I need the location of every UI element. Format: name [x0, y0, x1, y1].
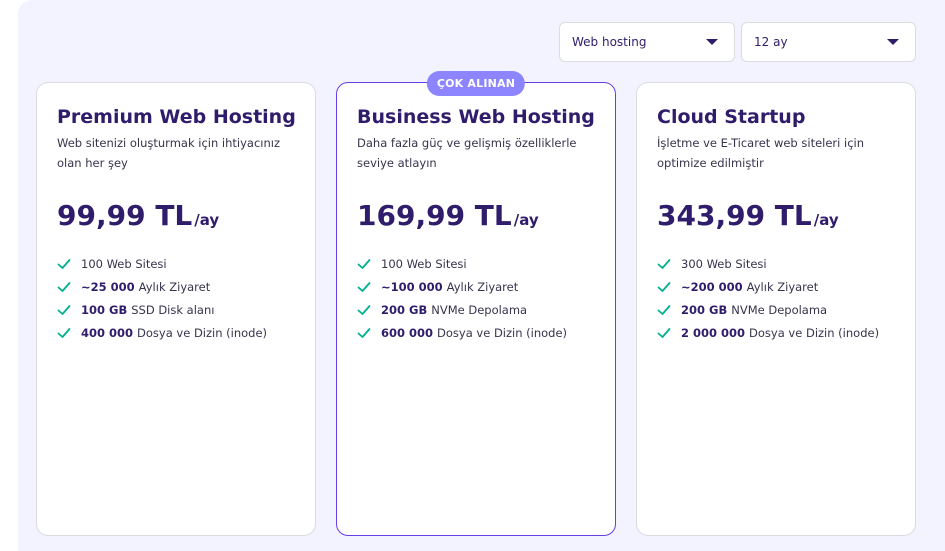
feature-list: 300 Web Sitesi ~200 000 Aylık Ziyaret 20…	[657, 252, 895, 344]
feature-bold: 200 GB	[681, 302, 728, 317]
check-icon	[57, 304, 71, 315]
feature-item: 100 Web Sitesi	[57, 252, 295, 275]
plan-price: 99,99 TL /ay	[57, 199, 295, 232]
check-icon	[57, 281, 71, 292]
plan-price: 169,99 TL /ay	[357, 199, 595, 232]
price-unit: /ay	[813, 211, 839, 229]
feature-item: 100 GB SSD Disk alanı	[57, 298, 295, 321]
check-icon	[357, 327, 371, 338]
feature-list: 100 Web Sitesi ~100 000 Aylık Ziyaret 20…	[357, 252, 595, 344]
check-icon	[57, 258, 71, 269]
chevron-down-icon	[887, 39, 899, 45]
feature-bold: ~100 000	[381, 279, 443, 294]
feature-text: 300 Web Sitesi	[681, 256, 767, 271]
price-unit: /ay	[513, 211, 539, 229]
feature-item: 300 Web Sitesi	[657, 252, 895, 275]
period-value: 12 ay	[754, 35, 788, 49]
feature-list: 100 Web Sitesi ~25 000 Aylık Ziyaret 100…	[57, 252, 295, 344]
feature-bold: 600 000	[381, 325, 434, 340]
feature-text: NVMe Depolama	[431, 302, 528, 317]
plan-title: Premium Web Hosting	[57, 106, 296, 128]
chevron-down-icon	[706, 39, 718, 45]
price-unit: /ay	[194, 211, 220, 229]
feature-text: Aylık Ziyaret	[746, 279, 819, 294]
feature-bold: 400 000	[81, 325, 134, 340]
feature-bold: 200 GB	[381, 302, 428, 317]
feature-item: ~100 000 Aylık Ziyaret	[357, 275, 595, 298]
feature-text: 100 Web Sitesi	[81, 256, 167, 271]
feature-text: Dosya ve Dizin (inode)	[437, 325, 568, 340]
feature-bold: ~25 000	[81, 279, 135, 294]
plan-title: Cloud Startup	[657, 106, 806, 128]
feature-bold: ~200 000	[681, 279, 743, 294]
plan-price: 343,99 TL /ay	[657, 199, 895, 232]
feature-text: Aylık Ziyaret	[446, 279, 519, 294]
plan-card-cloud-startup[interactable]: Cloud Startup İşletme ve E-Ticaret web s…	[636, 82, 916, 536]
check-icon	[657, 327, 671, 338]
popular-badge: ÇOK ALINAN	[426, 71, 526, 96]
feature-item: 400 000 Dosya ve Dizin (inode)	[57, 321, 295, 344]
feature-item: 600 000 Dosya ve Dizin (inode)	[357, 321, 595, 344]
price-amount: 169,99 TL	[357, 199, 512, 232]
check-icon	[357, 258, 371, 269]
feature-item: 200 GB NVMe Depolama	[357, 298, 595, 321]
feature-bold: 100 GB	[81, 302, 128, 317]
feature-item: ~25 000 Aylık Ziyaret	[57, 275, 295, 298]
check-icon	[657, 281, 671, 292]
feature-bold: 2 000 000	[681, 325, 746, 340]
feature-text: Aylık Ziyaret	[138, 279, 211, 294]
hosting-type-select[interactable]: Web hosting	[559, 22, 735, 62]
feature-text: NVMe Depolama	[731, 302, 828, 317]
feature-item: 200 GB NVMe Depolama	[657, 298, 895, 321]
period-select[interactable]: 12 ay	[741, 22, 916, 62]
feature-item: 100 Web Sitesi	[357, 252, 595, 275]
plan-card-business[interactable]: ÇOK ALINAN Business Web Hosting Daha faz…	[336, 71, 616, 536]
check-icon	[357, 304, 371, 315]
check-icon	[57, 327, 71, 338]
hosting-type-value: Web hosting	[572, 35, 647, 49]
price-amount: 99,99 TL	[57, 199, 193, 232]
plan-title: Business Web Hosting	[357, 106, 595, 128]
check-icon	[357, 281, 371, 292]
check-icon	[657, 304, 671, 315]
plan-card-premium[interactable]: Premium Web Hosting Web sitenizi oluştur…	[36, 82, 316, 536]
feature-text: 100 Web Sitesi	[381, 256, 467, 271]
plan-description: Daha fazla güç ve gelişmiş özelliklerle …	[357, 136, 577, 170]
feature-item: ~200 000 Aylık Ziyaret	[657, 275, 895, 298]
feature-text: SSD Disk alanı	[131, 302, 215, 317]
plan-description: Web sitenizi oluşturmak için ihtiyacınız…	[57, 136, 281, 170]
price-amount: 343,99 TL	[657, 199, 812, 232]
feature-text: Dosya ve Dizin (inode)	[137, 325, 268, 340]
feature-item: 2 000 000 Dosya ve Dizin (inode)	[657, 321, 895, 344]
check-icon	[657, 258, 671, 269]
plan-description: İşletme ve E-Ticaret web siteleri için o…	[657, 136, 864, 170]
feature-text: Dosya ve Dizin (inode)	[749, 325, 880, 340]
